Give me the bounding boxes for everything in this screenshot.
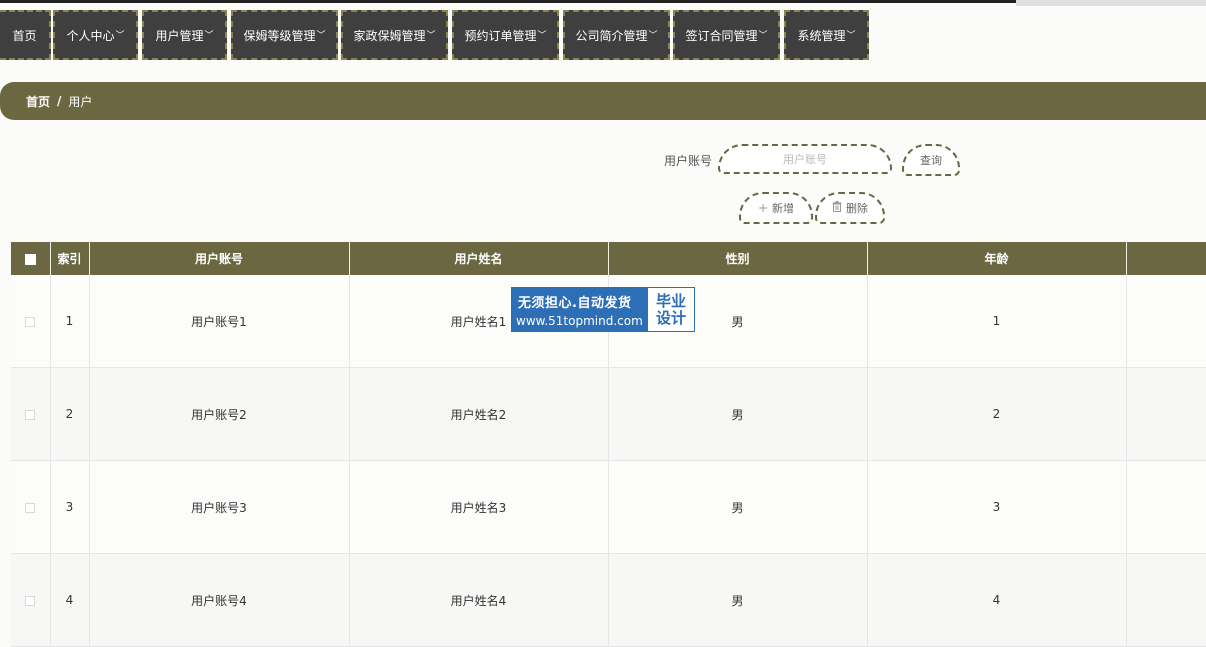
chevron-down-icon: ﹀ bbox=[758, 30, 768, 41]
cell-gender: 男 bbox=[608, 460, 868, 554]
watermark-tag-line1: 毕业 bbox=[655, 291, 686, 310]
breadcrumb-current: 用户 bbox=[68, 94, 93, 109]
cell-account: 用户账号2 bbox=[89, 367, 350, 461]
select-all-checkbox[interactable] bbox=[24, 253, 36, 265]
nav-personal-center[interactable]: 个人中心 ﹀ bbox=[53, 10, 138, 60]
search-label: 用户账号 bbox=[664, 154, 713, 168]
row-checkbox[interactable] bbox=[25, 316, 36, 327]
nav-home-label: 首页 bbox=[12, 28, 37, 43]
breadcrumb-home[interactable]: 首页 bbox=[26, 93, 50, 110]
cell-age: 1 bbox=[867, 275, 1127, 368]
window-top-edge bbox=[0, 0, 1206, 6]
nav-system-management[interactable]: 系统管理 ﹀ bbox=[784, 10, 869, 60]
column-header-age[interactable]: 年龄 bbox=[867, 242, 1127, 275]
cell-account: 用户账号4 bbox=[89, 553, 350, 647]
row-checkbox[interactable] bbox=[25, 409, 36, 420]
add-button[interactable]: + 新增 bbox=[739, 192, 813, 224]
cell-extra bbox=[1126, 275, 1206, 368]
breadcrumb-separator: / bbox=[57, 94, 62, 108]
watermark-tag-line2: 设计 bbox=[655, 308, 686, 327]
cell-gender: 男 bbox=[608, 553, 868, 647]
cell-account: 用户账号3 bbox=[89, 460, 350, 554]
query-button-label: 查询 bbox=[920, 154, 942, 167]
chevron-down-icon: ﹀ bbox=[316, 30, 326, 41]
table-row[interactable]: 2 用户账号2 用户姓名2 男 2 bbox=[11, 367, 1206, 461]
cell-account: 用户账号1 bbox=[89, 275, 350, 368]
nav-nanny-level-management[interactable]: 保姆等级管理 ﹀ bbox=[231, 10, 338, 60]
watermark-line1: 无须担心.自动发货 bbox=[518, 295, 632, 311]
column-header-account[interactable]: 用户账号 bbox=[89, 242, 350, 275]
chevron-down-icon: ﹀ bbox=[846, 30, 856, 41]
row-checkbox[interactable] bbox=[25, 595, 36, 606]
chevron-down-icon: ﹀ bbox=[204, 30, 214, 41]
query-button[interactable]: 查询 bbox=[902, 144, 960, 176]
cell-name: 用户姓名2 bbox=[349, 367, 609, 461]
nav-housekeeping-nanny-management[interactable]: 家政保姆管理 ﹀ bbox=[341, 10, 448, 60]
trash-icon bbox=[832, 201, 842, 215]
cell-age: 2 bbox=[867, 367, 1127, 461]
nav-booking-order-management[interactable]: 预约订单管理 ﹀ bbox=[452, 10, 559, 60]
cell-age: 4 bbox=[867, 553, 1127, 647]
cell-index: 3 bbox=[50, 460, 90, 554]
column-header-name[interactable]: 用户姓名 bbox=[349, 242, 609, 275]
watermark-url: www.51topmind.com bbox=[516, 313, 643, 328]
cell-extra bbox=[1126, 367, 1206, 461]
table-header-row: 索引 用户账号 用户姓名 性别 年龄 bbox=[11, 242, 1206, 275]
cell-index: 1 bbox=[50, 275, 90, 368]
table-row[interactable]: 4 用户账号4 用户姓名4 男 4 bbox=[11, 553, 1206, 647]
cell-index: 4 bbox=[50, 553, 90, 647]
plus-icon: + bbox=[757, 201, 769, 215]
column-header-extra bbox=[1126, 242, 1206, 275]
row-checkbox[interactable] bbox=[25, 502, 36, 513]
search-input[interactable] bbox=[718, 144, 892, 174]
nav-company-intro-label: 公司简介管理 bbox=[575, 28, 648, 43]
column-header-gender[interactable]: 性别 bbox=[608, 242, 868, 275]
watermark-badge: 无须担心.自动发货 www.51topmind.com 毕业 设计 bbox=[511, 287, 695, 332]
nav-personal-center-label: 个人中心 bbox=[66, 28, 115, 43]
nav-home[interactable]: 首页 bbox=[0, 10, 51, 60]
nav-user-management-label: 用户管理 bbox=[155, 28, 204, 43]
select-all-cell[interactable] bbox=[11, 242, 51, 275]
cell-gender: 男 bbox=[608, 367, 868, 461]
cell-extra bbox=[1126, 553, 1206, 647]
nav-housekeeping-nanny-label: 家政保姆管理 bbox=[353, 28, 426, 43]
nav-nanny-level-label: 保姆等级管理 bbox=[243, 28, 316, 43]
breadcrumb: 首页 / 用户 bbox=[0, 82, 1206, 120]
chevron-down-icon: ﹀ bbox=[648, 30, 658, 41]
watermark-tag: 毕业 设计 bbox=[648, 288, 694, 331]
table-row[interactable]: 3 用户账号3 用户姓名3 男 3 bbox=[11, 460, 1206, 554]
nav-contract-label: 签订合同管理 bbox=[685, 28, 758, 43]
add-button-label: 新增 bbox=[772, 202, 795, 215]
nav-contract-management[interactable]: 签订合同管理 ﹀ bbox=[673, 10, 780, 60]
delete-button-label: 删除 bbox=[846, 202, 868, 215]
cell-index: 2 bbox=[50, 367, 90, 461]
cell-name: 用户姓名4 bbox=[349, 553, 609, 647]
chevron-down-icon: ﹀ bbox=[537, 30, 547, 41]
delete-button[interactable]: 删除 bbox=[815, 192, 885, 224]
nav-company-intro-management[interactable]: 公司简介管理 ﹀ bbox=[563, 10, 670, 60]
nav-user-management[interactable]: 用户管理 ﹀ bbox=[142, 10, 227, 60]
watermark-text: 无须担心.自动发货 www.51topmind.com bbox=[512, 288, 648, 331]
column-header-index[interactable]: 索引 bbox=[50, 242, 90, 275]
chevron-down-icon: ﹀ bbox=[426, 30, 436, 41]
nav-system-label: 系统管理 bbox=[797, 28, 846, 43]
cell-age: 3 bbox=[867, 460, 1127, 554]
nav-booking-order-label: 预约订单管理 bbox=[464, 28, 537, 43]
cell-extra bbox=[1126, 460, 1206, 554]
chevron-down-icon: ﹀ bbox=[115, 30, 125, 41]
cell-name: 用户姓名3 bbox=[349, 460, 609, 554]
